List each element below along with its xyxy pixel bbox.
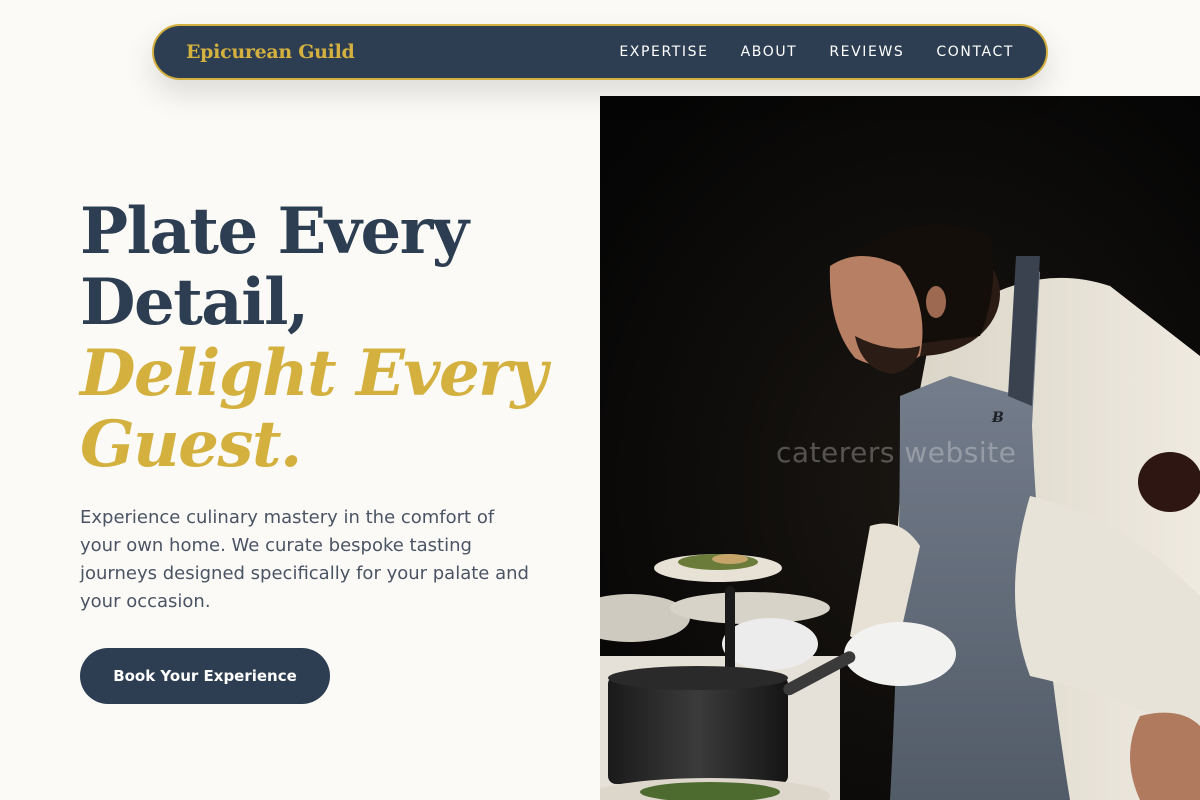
hero-title-line-2: Detail, — [80, 265, 309, 340]
nav-link-about[interactable]: ABOUT — [741, 44, 798, 60]
nav-links: EXPERTISE ABOUT REVIEWS CONTACT — [619, 44, 1014, 60]
jacket-embroidery: Ƀ — [991, 410, 1004, 426]
brand-logo[interactable]: Epicurean Guild — [186, 41, 355, 63]
hero-title-accent-line-1: Delight Every — [80, 336, 548, 411]
chef-illustration: Ƀ — [600, 96, 1200, 800]
hero-photo-chef: Ƀ caterers website — [600, 96, 1200, 800]
nav-link-expertise[interactable]: EXPERTISE — [619, 44, 708, 60]
hero-title: Plate Every Detail, Delight Every Guest. — [80, 196, 590, 480]
hero-title-line-1: Plate Every — [80, 194, 469, 269]
hero-title-accent-line-2: Guest. — [80, 407, 302, 482]
hero-description: Experience culinary mastery in the comfo… — [80, 507, 529, 612]
nav-link-contact[interactable]: CONTACT — [936, 44, 1014, 60]
book-experience-button[interactable]: Book Your Experience — [80, 648, 330, 704]
nav-link-reviews[interactable]: REVIEWS — [829, 44, 904, 60]
top-nav: Epicurean Guild EXPERTISE ABOUT REVIEWS … — [152, 24, 1048, 80]
